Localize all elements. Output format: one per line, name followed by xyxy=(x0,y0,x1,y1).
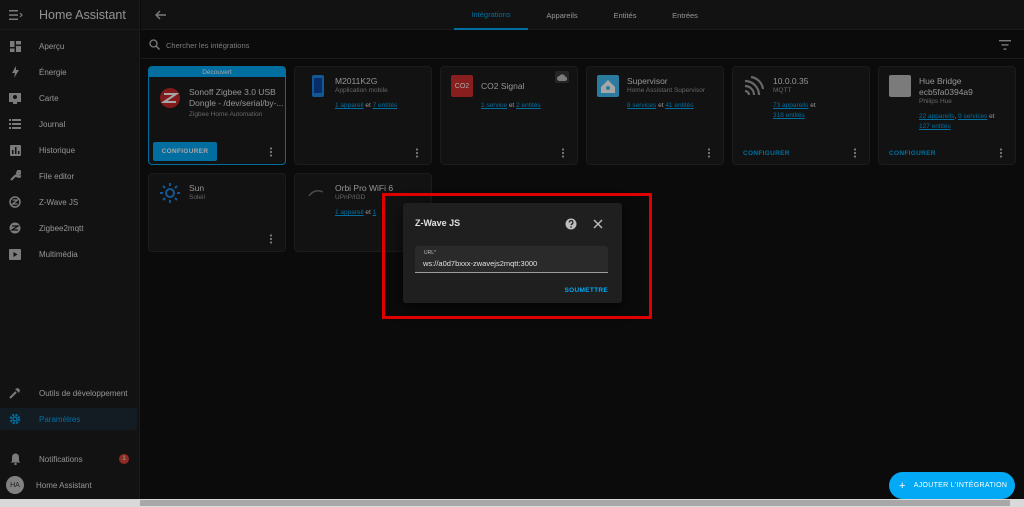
add-integration-button[interactable]: + AJOUTER L'INTÉGRATION xyxy=(889,472,1015,499)
plus-icon: + xyxy=(899,479,906,492)
highlight-box xyxy=(382,193,652,319)
horizontal-scrollbar[interactable] xyxy=(0,499,1024,507)
add-integration-label: AJOUTER L'INTÉGRATION xyxy=(913,482,1008,489)
scrollbar-thumb[interactable] xyxy=(140,500,1010,506)
